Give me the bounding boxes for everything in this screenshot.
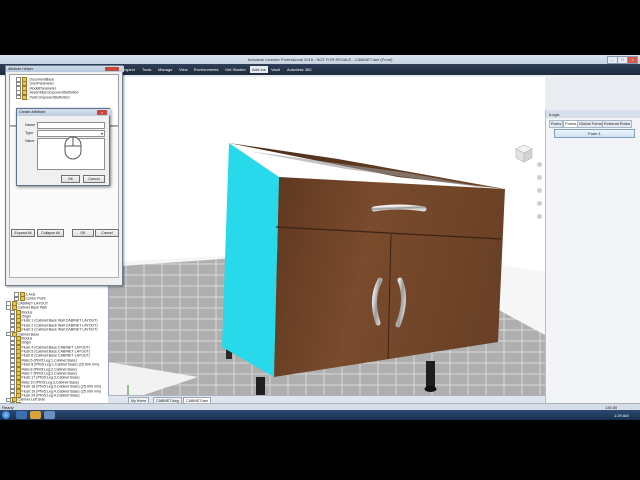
- browser-tree-row[interactable]: Flush:3 (Cabinet:Back Wall:CABINET LAYOU…: [2, 327, 101, 333]
- mouse-cursor-icon: [64, 136, 82, 160]
- drawer-handle: [371, 204, 427, 212]
- graphics-viewport[interactable]: [108, 77, 545, 407]
- tab-autodesk-360[interactable]: Autodesk 360: [287, 67, 311, 72]
- expand-all-button[interactable]: Expand All: [11, 229, 35, 237]
- tab-environments[interactable]: Environments: [194, 67, 218, 72]
- windows-taskbar: 1:29 AM: [0, 410, 640, 420]
- taskbar-app-icon[interactable]: [16, 411, 27, 419]
- tab-tools[interactable]: Tools: [142, 67, 151, 72]
- create-cancel-button[interactable]: Cancel: [83, 175, 105, 183]
- helper-ok-button[interactable]: OK: [72, 229, 94, 237]
- name-field[interactable]: [37, 122, 105, 129]
- taskbar-inventor-icon[interactable]: [44, 411, 55, 419]
- folder-icon: [21, 94, 27, 100]
- form-1-button[interactable]: Form 1: [554, 129, 635, 138]
- attribute-helper-close-button[interactable]: [105, 67, 119, 71]
- type-label: Type: [25, 131, 34, 135]
- ilogic-panel-header: iLogic: [546, 110, 640, 118]
- tab-rules[interactable]: Rules: [549, 120, 564, 128]
- value-label: Value: [25, 139, 35, 143]
- taskbar-explorer-icon[interactable]: [30, 411, 41, 419]
- navigation-bar: [536, 162, 544, 297]
- ilogic-panel: iLogic Rules Forms Global Forms External…: [545, 110, 640, 407]
- browser-tree: Z Axis Center Point CABINET LAYOUT Cabinet …: [2, 292, 101, 407]
- tab-add-ins[interactable]: Add-Ins: [250, 66, 268, 73]
- helper-cancel-button[interactable]: Cancel: [95, 229, 119, 237]
- browser-tree-label: Flush:3 (Cabinet:Back Wall:CABINET LAYOU…: [21, 327, 98, 332]
- cabinet-side-panel: [222, 143, 279, 377]
- tab-global-forms[interactable]: Global Forms: [577, 120, 606, 128]
- tab-external-rules[interactable]: External Rules: [602, 120, 633, 128]
- create-attribute-dialog: Create Attribute × Name Type ▾ Value OK …: [16, 108, 111, 186]
- start-button-icon[interactable]: [2, 411, 10, 419]
- chevron-down-icon: ▾: [100, 131, 103, 136]
- close-button[interactable]: ×: [627, 56, 638, 64]
- tree-item-part-definition[interactable]: _PartComponentDefinition: [16, 94, 79, 100]
- leg-front-right: [426, 361, 435, 389]
- tab-vault[interactable]: Vault: [271, 67, 280, 72]
- close-icon[interactable]: ×: [97, 110, 107, 115]
- create-ok-button[interactable]: OK: [61, 175, 80, 183]
- window-title: Autodesk Inventor Professional 2015 - NO…: [247, 57, 393, 62]
- orbit-icon[interactable]: [537, 201, 542, 206]
- zoom-icon[interactable]: [537, 188, 542, 193]
- ilogic-panel-title: iLogic: [549, 112, 560, 117]
- name-label: Name: [25, 123, 36, 127]
- taskbar-clock: 1:29 AM: [614, 413, 629, 418]
- application-screen: Autodesk Inventor Professional 2015 - NO…: [0, 55, 640, 420]
- tab-view[interactable]: View: [179, 67, 188, 72]
- expand-icon[interactable]: [16, 94, 21, 100]
- collapse-all-button[interactable]: Collapse All: [37, 229, 64, 237]
- full-navigation-wheel-icon[interactable]: [537, 162, 542, 167]
- viewcube[interactable]: [512, 142, 534, 164]
- tab-manage[interactable]: Manage: [158, 67, 172, 72]
- look-at-icon[interactable]: [537, 214, 542, 219]
- pan-icon[interactable]: [537, 175, 542, 180]
- tab-get-started[interactable]: Get Started: [225, 67, 245, 72]
- cabinet-3d-scene: [108, 143, 545, 407]
- title-bar: Autodesk Inventor Professional 2015 - NO…: [0, 55, 640, 64]
